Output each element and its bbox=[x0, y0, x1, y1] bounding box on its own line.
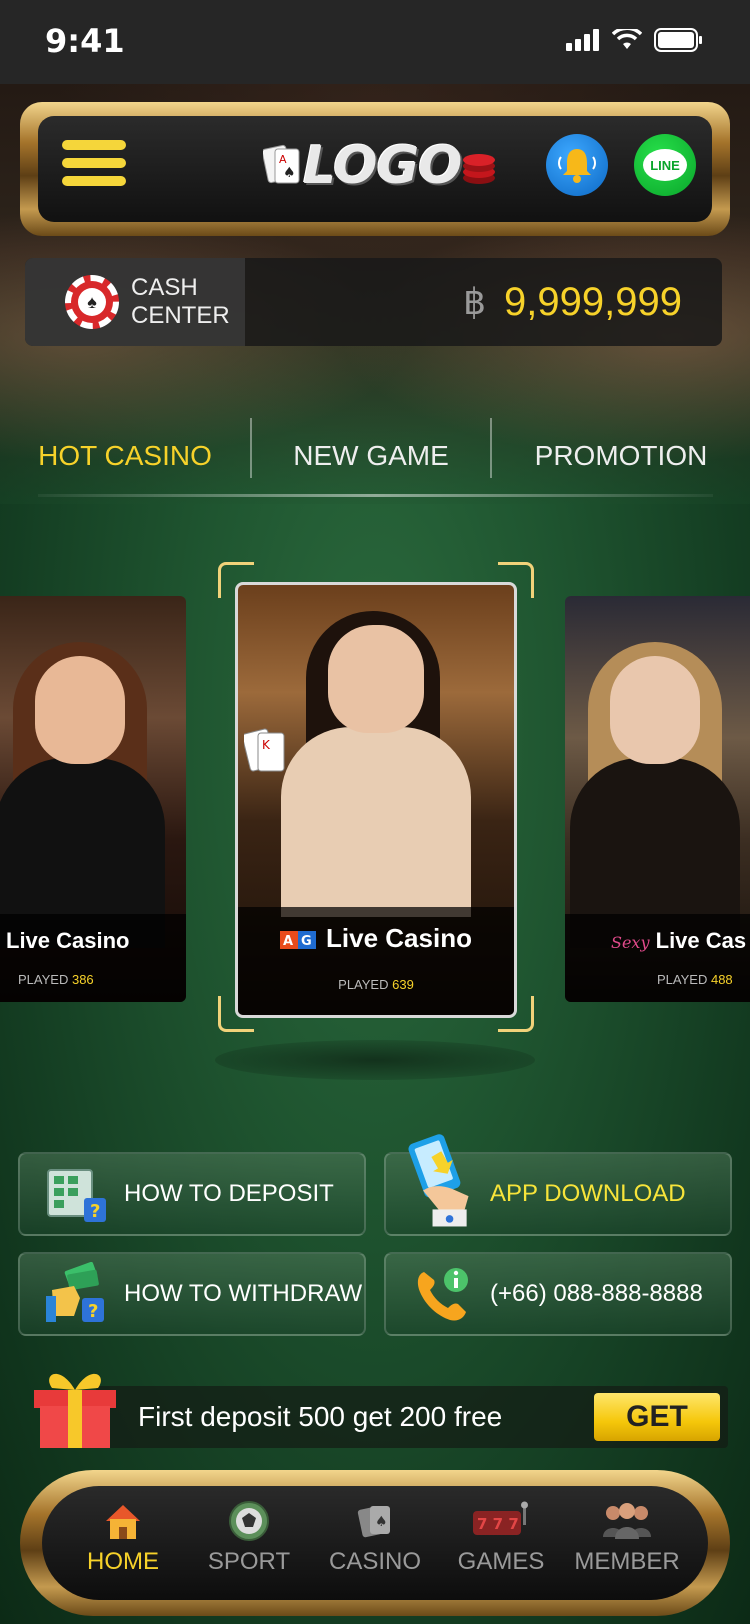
sexy-brand-logo: Sexy bbox=[611, 933, 650, 952]
currency-symbol: ฿ bbox=[463, 281, 487, 322]
cash-bar: ♠ CASH CENTER ฿ 9,999,999 bbox=[25, 258, 722, 346]
how-to-deposit-label: HOW TO DEPOSIT bbox=[124, 1180, 334, 1207]
how-to-deposit-button[interactable]: ? HOW TO DEPOSIT bbox=[18, 1152, 366, 1236]
game-card-left[interactable]: Live Casino PLAYED 386 bbox=[0, 596, 186, 1002]
playing-cards-icon: K bbox=[244, 728, 285, 772]
nav-label: GAMES bbox=[457, 1548, 545, 1575]
balance: ฿ 9,999,999 bbox=[245, 258, 722, 346]
svg-text:?: ? bbox=[90, 1201, 100, 1222]
nav-sport[interactable]: SPORT bbox=[194, 1498, 304, 1600]
cash-center-button[interactable]: ♠ CASH CENTER bbox=[25, 258, 245, 346]
call-phone-button[interactable]: (+66) 088-888-8888 bbox=[384, 1252, 732, 1336]
promo-bar: First deposit 500 get 200 free GET bbox=[96, 1386, 728, 1448]
withdraw-icon: ? bbox=[40, 1258, 112, 1330]
signal-icon bbox=[566, 29, 599, 51]
nav-label: SPORT bbox=[207, 1548, 291, 1575]
card-played: PLAYED 386 bbox=[18, 972, 94, 987]
card-title: Live Casino bbox=[6, 928, 130, 953]
svg-text:7 7 7: 7 7 7 bbox=[477, 1515, 519, 1533]
game-card-right[interactable]: Sexy Live Cas PLAYED 488 bbox=[565, 596, 750, 1002]
svg-text:♠: ♠ bbox=[283, 165, 296, 181]
poker-chip-icon: ♠ bbox=[65, 275, 119, 329]
svg-text:♠: ♠ bbox=[375, 1514, 388, 1530]
card-caption: A G Live Casino PLAYED 639 bbox=[238, 907, 514, 1015]
card-shadow bbox=[215, 1040, 535, 1080]
notification-bell-button[interactable] bbox=[546, 134, 608, 196]
svg-text:A: A bbox=[283, 934, 293, 949]
deposit-icon: ? bbox=[40, 1158, 112, 1230]
card-title: A G Live Casino bbox=[238, 923, 514, 954]
tab-hot-casino[interactable]: HOT CASINO bbox=[0, 414, 250, 498]
bell-icon bbox=[558, 149, 596, 183]
how-to-withdraw-label: HOW TO WITHDRAW bbox=[124, 1280, 363, 1307]
nav-label: MEMBER bbox=[574, 1548, 680, 1575]
dealer-image bbox=[0, 642, 165, 948]
balance-value: 9,999,999 bbox=[504, 279, 682, 324]
card-caption: Sexy Live Cas PLAYED 488 bbox=[565, 914, 750, 1002]
status-icons bbox=[566, 28, 704, 52]
cards-icon: ♠ bbox=[320, 1498, 430, 1544]
member-icon bbox=[572, 1498, 682, 1544]
how-to-withdraw-button[interactable]: ? HOW TO WITHDRAW bbox=[18, 1252, 366, 1336]
dealer-image bbox=[281, 611, 471, 917]
nav-member[interactable]: MEMBER bbox=[572, 1498, 682, 1600]
header-frame: A ♠ LOGO LINE bbox=[20, 102, 730, 236]
card-caption: Live Casino PLAYED 386 bbox=[0, 914, 186, 1002]
card-played: PLAYED 639 bbox=[338, 977, 414, 992]
game-card-featured[interactable]: K A G Live Casino PLAYED 639 bbox=[235, 582, 517, 1018]
status-bar: 9:41 bbox=[0, 0, 750, 84]
status-time: 9:41 bbox=[45, 22, 125, 60]
card-played: PLAYED 488 bbox=[657, 972, 733, 987]
logo-text: LOGO bbox=[303, 136, 462, 196]
bottom-nav: HOME SPORT ♠ CASINO 7 7 7 GAMES MEMBER bbox=[42, 1486, 708, 1600]
phone-info-icon bbox=[406, 1258, 478, 1330]
card-title: Sexy Live Cas bbox=[611, 928, 747, 953]
gift-icon bbox=[34, 1373, 116, 1448]
home-icon bbox=[68, 1498, 178, 1544]
svg-text:K: K bbox=[262, 738, 271, 752]
line-label: LINE bbox=[643, 149, 687, 181]
playing-cards-icon: A ♠ bbox=[263, 144, 300, 184]
tab-new-game[interactable]: NEW GAME bbox=[252, 414, 490, 498]
get-button[interactable]: GET bbox=[594, 1393, 720, 1441]
svg-text:G: G bbox=[301, 934, 312, 949]
logo: A ♠ LOGO bbox=[263, 134, 497, 198]
wifi-icon bbox=[612, 29, 642, 49]
phone-download-icon bbox=[406, 1131, 478, 1231]
app-download-label: APP DOWNLOAD bbox=[490, 1180, 686, 1207]
nav-games[interactable]: 7 7 7 GAMES bbox=[446, 1498, 556, 1600]
tab-promotion[interactable]: PROMOTION bbox=[492, 414, 750, 498]
nav-casino[interactable]: ♠ CASINO bbox=[320, 1498, 430, 1600]
nav-home[interactable]: HOME bbox=[68, 1498, 178, 1600]
chips-icon bbox=[463, 154, 496, 184]
promo-text: First deposit 500 get 200 free bbox=[138, 1401, 503, 1432]
svg-text:?: ? bbox=[88, 1301, 98, 1322]
cash-center-label: CASH CENTER bbox=[131, 274, 230, 329]
ag-brand-logo: A G bbox=[280, 931, 317, 950]
phone-number: (+66) 088-888-8888 bbox=[490, 1280, 703, 1307]
app-download-button[interactable]: APP DOWNLOAD bbox=[384, 1134, 732, 1236]
bottom-nav-frame: HOME SPORT ♠ CASINO 7 7 7 GAMES MEMBER bbox=[20, 1470, 730, 1616]
slot-machine-icon: 7 7 7 bbox=[446, 1498, 556, 1544]
line-button[interactable]: LINE bbox=[634, 134, 696, 196]
tabs-underline bbox=[38, 494, 713, 497]
header-inner: A ♠ LOGO LINE bbox=[38, 116, 712, 222]
soccer-ball-icon bbox=[194, 1498, 304, 1544]
battery-icon bbox=[654, 28, 702, 52]
nav-label: HOME bbox=[87, 1548, 159, 1575]
nav-label: CASINO bbox=[328, 1548, 421, 1575]
hamburger-menu-icon[interactable] bbox=[62, 140, 126, 190]
dealer-image bbox=[570, 642, 740, 948]
category-tabs: HOT CASINO NEW GAME PROMOTION bbox=[0, 414, 750, 498]
